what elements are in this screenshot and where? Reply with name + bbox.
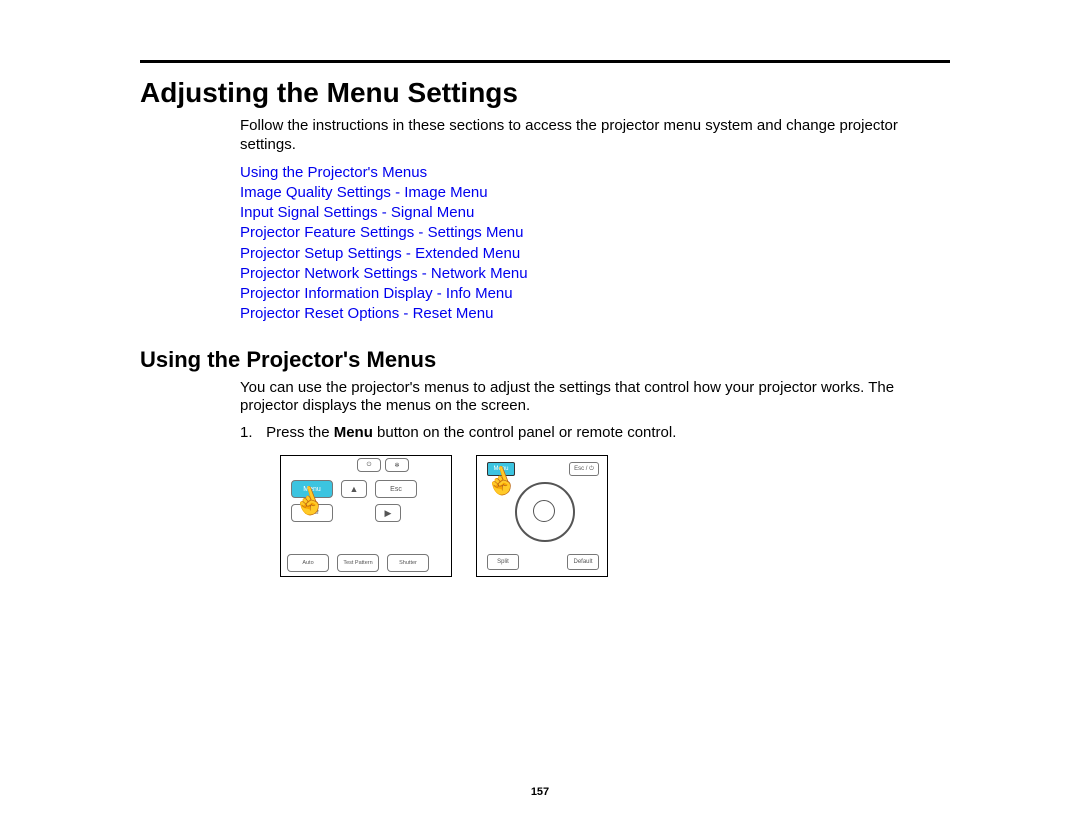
link-using-menus[interactable]: Using the Projector's Menus [240,163,950,183]
remote-dial-center [533,500,555,522]
remote-esc-button: Esc / ⏻ [569,462,599,476]
intro-paragraph: Follow the instructions in these section… [240,117,950,155]
step-1: 1. Press the Menu button on the control … [240,424,950,441]
link-extended-menu[interactable]: Projector Setup Settings - Extended Menu [240,244,950,264]
topic-links: Using the Projector's Menus Image Qualit… [240,163,950,325]
remote-default-button: Default [567,554,599,570]
panel-menu-button: Menu [291,480,333,498]
panel-shutter-button: Shutter [387,554,429,572]
main-heading: Adjusting the Menu Settings [140,77,950,109]
remote-menu-button: Menu [487,462,515,476]
figure-row: ⏻ ✻ Menu ▲ Esc Enter ▶ Auto Test Pattern… [280,455,950,577]
remote-split-button: Split [487,554,519,570]
link-network-menu[interactable]: Projector Network Settings - Network Men… [240,264,950,284]
control-panel-figure: ⏻ ✻ Menu ▲ Esc Enter ▶ Auto Test Pattern… [280,455,452,577]
step-text-post: button on the control panel or remote co… [373,424,677,441]
link-signal-menu[interactable]: Input Signal Settings - Signal Menu [240,203,950,223]
link-reset-menu[interactable]: Projector Reset Options - Reset Menu [240,304,950,324]
step-text-pre: Press the [266,424,334,441]
link-settings-menu[interactable]: Projector Feature Settings - Settings Me… [240,223,950,243]
link-image-menu[interactable]: Image Quality Settings - Image Menu [240,183,950,203]
section-intro: You can use the projector's menus to adj… [240,379,950,417]
panel-enter-button: Enter [291,504,333,522]
page-number: 157 [0,786,1080,798]
panel-small-button-2: ✻ [385,458,409,472]
panel-test-button: Test Pattern [337,554,379,572]
remote-control-figure: Menu Esc / ⏻ Split Default ☝ [476,455,608,577]
link-info-menu[interactable]: Projector Information Display - Info Men… [240,284,950,304]
panel-small-button-1: ⏻ [357,458,381,472]
step-number: 1. [240,424,262,441]
panel-right-arrow: ▶ [375,504,401,522]
section-heading: Using the Projector's Menus [140,347,950,373]
panel-auto-button: Auto [287,554,329,572]
panel-esc-button: Esc [375,480,417,498]
panel-up-arrow: ▲ [341,480,367,498]
step-text-bold: Menu [334,424,373,441]
horizontal-rule [140,60,950,63]
